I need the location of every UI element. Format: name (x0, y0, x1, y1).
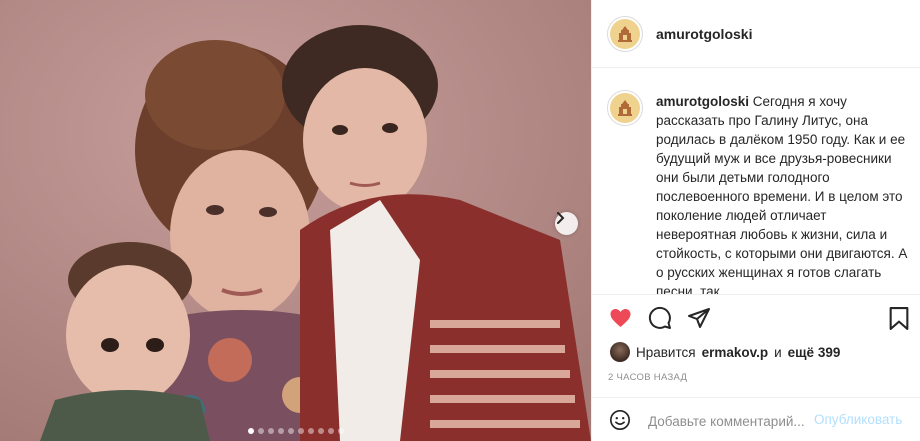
bookmark-icon[interactable] (888, 306, 910, 331)
carousel-dot (307, 428, 314, 434)
caption-body: Сегодня я хочу рассказать про Галину Лит… (656, 94, 908, 295)
heart-icon[interactable] (608, 306, 633, 330)
carousel-dot (297, 428, 304, 434)
carousel-dot (327, 428, 334, 434)
post-caption: amurotgoloski Сегодня я хочу рассказать … (592, 69, 920, 295)
caption-text: amurotgoloski Сегодня я хочу рассказать … (656, 92, 908, 295)
post-sidebar: amurotgoloski amurotgoloski Сегодня я хо… (591, 0, 920, 441)
post-photo[interactable] (0, 0, 591, 441)
chevron-right-icon (557, 212, 565, 224)
carousel-dot (247, 428, 254, 434)
profile-avatar[interactable] (607, 16, 643, 52)
post-actions (592, 296, 920, 342)
likes-prefix: Нравится (636, 344, 696, 360)
header-username[interactable]: amurotgoloski (656, 26, 752, 42)
temple-logo-icon (618, 26, 632, 42)
likes-conjunction: и (774, 344, 782, 360)
carousel-indicator (0, 428, 591, 434)
likes-count-link[interactable]: ещё 399 (788, 345, 841, 360)
carousel-dot (337, 428, 344, 434)
carousel-next-button[interactable] (555, 212, 578, 235)
likes-user-link[interactable]: ermakov.p (702, 345, 769, 360)
post-timestamp[interactable]: 2 ЧАСОВ НАЗАД (608, 372, 687, 383)
carousel-dot (257, 428, 264, 434)
caption-avatar[interactable] (607, 90, 643, 126)
comment-icon[interactable] (648, 306, 672, 330)
carousel-dot (277, 428, 284, 434)
post-header: amurotgoloski (592, 0, 920, 68)
emoji-icon[interactable] (609, 409, 631, 431)
comment-input[interactable] (648, 412, 813, 430)
share-icon[interactable] (687, 306, 711, 330)
publish-button[interactable]: Опубликовать (814, 412, 902, 427)
liker-avatar[interactable] (610, 342, 630, 362)
temple-logo-icon (618, 100, 632, 116)
family-portrait-image (0, 0, 591, 441)
carousel-dot (317, 428, 324, 434)
caption-username[interactable]: amurotgoloski (656, 94, 749, 109)
comment-bar: Опубликовать (592, 397, 920, 441)
carousel-dot (287, 428, 294, 434)
likes-summary: Нравится ermakov.p и ещё 399 (610, 341, 840, 363)
carousel-dot (267, 428, 274, 434)
